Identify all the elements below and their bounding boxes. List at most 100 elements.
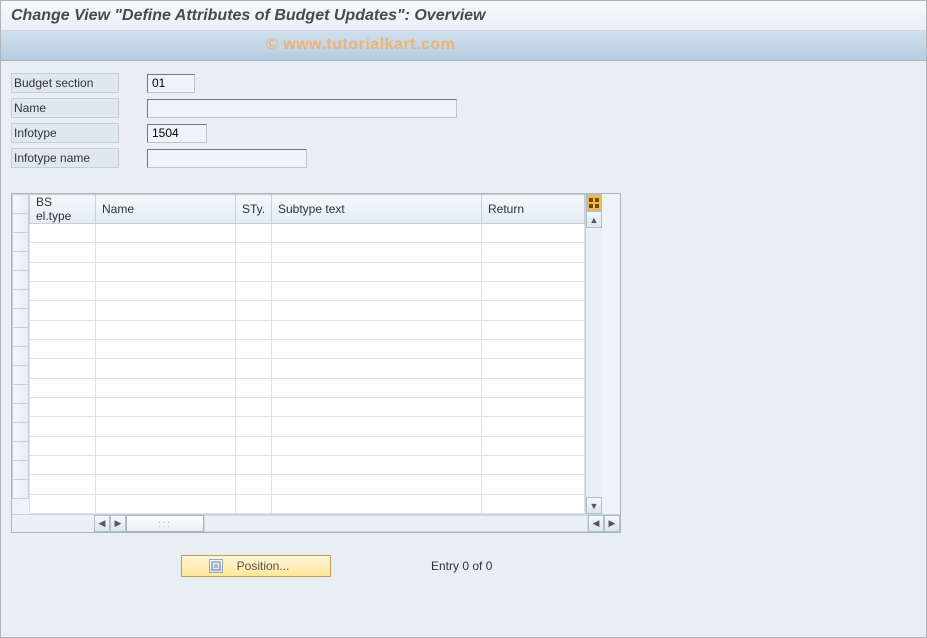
table-row[interactable] [30, 301, 585, 320]
cell[interactable] [272, 224, 482, 243]
cell[interactable] [30, 417, 96, 436]
row-selector[interactable] [12, 233, 29, 252]
row-selector[interactable] [12, 404, 29, 423]
cell[interactable] [482, 417, 585, 436]
col-name[interactable]: Name [96, 195, 236, 224]
row-selector[interactable] [12, 385, 29, 404]
budget-section-input[interactable] [147, 74, 195, 93]
cell[interactable] [236, 436, 272, 455]
table-row[interactable] [30, 417, 585, 436]
cell[interactable] [482, 494, 585, 513]
cell[interactable] [30, 243, 96, 262]
h-scroll-track[interactable] [204, 515, 588, 532]
cell[interactable] [30, 224, 96, 243]
cell[interactable] [482, 397, 585, 416]
cell[interactable] [482, 262, 585, 281]
col-bs-el-type[interactable]: BS el.type [30, 195, 96, 224]
cell[interactable] [236, 359, 272, 378]
row-selector[interactable] [12, 461, 29, 480]
row-selector[interactable] [12, 252, 29, 271]
scroll-right-icon[interactable]: ◀ [588, 515, 604, 532]
cell[interactable] [30, 475, 96, 494]
v-scroll-track[interactable] [586, 228, 602, 497]
cell[interactable] [96, 494, 236, 513]
cell[interactable] [236, 243, 272, 262]
table-row[interactable] [30, 494, 585, 513]
cell[interactable] [30, 301, 96, 320]
cell[interactable] [272, 397, 482, 416]
cell[interactable] [30, 397, 96, 416]
cell[interactable] [482, 378, 585, 397]
row-selector[interactable] [12, 271, 29, 290]
cell[interactable] [272, 243, 482, 262]
cell[interactable] [30, 339, 96, 358]
cell[interactable] [272, 494, 482, 513]
table-row[interactable] [30, 262, 585, 281]
cell[interactable] [482, 320, 585, 339]
cell[interactable] [96, 339, 236, 358]
cell[interactable] [482, 243, 585, 262]
cell[interactable] [272, 455, 482, 474]
table-row[interactable] [30, 224, 585, 243]
cell[interactable] [96, 417, 236, 436]
cell[interactable] [236, 494, 272, 513]
cell[interactable] [236, 301, 272, 320]
row-selector[interactable] [12, 442, 29, 461]
cell[interactable] [272, 320, 482, 339]
scroll-left-icon[interactable]: ▶ [110, 515, 126, 532]
cell[interactable] [96, 359, 236, 378]
cell[interactable] [482, 475, 585, 494]
table-row[interactable] [30, 243, 585, 262]
row-selector[interactable] [12, 214, 29, 233]
cell[interactable] [30, 494, 96, 513]
table-row[interactable] [30, 475, 585, 494]
infotype-input[interactable] [147, 124, 207, 143]
cell[interactable] [272, 378, 482, 397]
row-selector[interactable] [12, 328, 29, 347]
cell[interactable] [236, 397, 272, 416]
cell[interactable] [30, 281, 96, 300]
scroll-first-icon[interactable]: ◀ [94, 515, 110, 532]
cell[interactable] [272, 417, 482, 436]
cell[interactable] [30, 378, 96, 397]
cell[interactable] [272, 436, 482, 455]
row-selector[interactable] [12, 347, 29, 366]
h-scroll-thumb[interactable]: ::: [126, 515, 204, 532]
table-row[interactable] [30, 378, 585, 397]
horizontal-scrollbar[interactable]: ◀ ▶ ::: ◀ ▶ [12, 514, 620, 532]
cell[interactable] [96, 475, 236, 494]
cell[interactable] [236, 455, 272, 474]
scroll-up-icon[interactable]: ▲ [586, 211, 602, 228]
table-row[interactable] [30, 359, 585, 378]
row-selector[interactable] [12, 480, 29, 499]
cell[interactable] [96, 281, 236, 300]
table-row[interactable] [30, 397, 585, 416]
cell[interactable] [96, 243, 236, 262]
cell[interactable] [30, 320, 96, 339]
table-row[interactable] [30, 436, 585, 455]
cell[interactable] [30, 436, 96, 455]
cell[interactable] [236, 320, 272, 339]
cell[interactable] [482, 224, 585, 243]
row-selector[interactable] [12, 366, 29, 385]
cell[interactable] [236, 417, 272, 436]
cell[interactable] [96, 455, 236, 474]
cell[interactable] [96, 320, 236, 339]
cell[interactable] [482, 436, 585, 455]
col-return[interactable]: Return [482, 195, 585, 224]
vertical-scrollbar[interactable]: ▲ ▼ [585, 194, 602, 514]
cell[interactable] [482, 359, 585, 378]
cell[interactable] [236, 281, 272, 300]
table-row[interactable] [30, 320, 585, 339]
table-row[interactable] [30, 455, 585, 474]
cell[interactable] [272, 262, 482, 281]
row-selector[interactable] [12, 309, 29, 328]
scroll-last-icon[interactable]: ▶ [604, 515, 620, 532]
col-sty[interactable]: STy. [236, 195, 272, 224]
cell[interactable] [96, 378, 236, 397]
cell[interactable] [272, 301, 482, 320]
scroll-down-icon[interactable]: ▼ [586, 497, 602, 514]
cell[interactable] [272, 281, 482, 300]
cell[interactable] [30, 455, 96, 474]
infotype-name-input[interactable] [147, 149, 307, 168]
